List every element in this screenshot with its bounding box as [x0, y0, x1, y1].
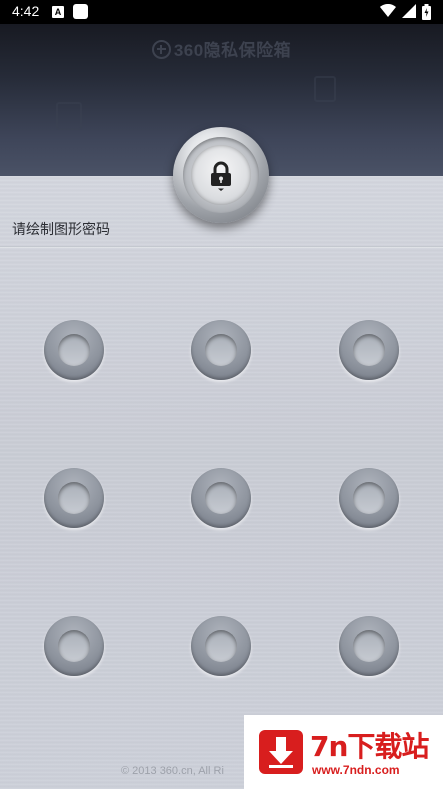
divider — [0, 246, 443, 248]
pattern-dot-4[interactable] — [44, 468, 104, 528]
header-decoration-left — [56, 102, 82, 130]
lock-button[interactable] — [173, 127, 269, 223]
header-decoration-right — [314, 76, 336, 102]
download-icon — [259, 730, 303, 774]
status-bar: 4:42 A — [0, 0, 443, 24]
pattern-dot-8[interactable] — [191, 616, 251, 676]
pattern-prompt: 请绘制图形密码 — [12, 222, 110, 238]
status-a-icon: A — [52, 6, 64, 18]
app-logo: 360隐私保险箱 — [0, 36, 443, 61]
wifi-icon — [380, 4, 396, 17]
watermark-banner: 7n下载站 www.7ndn.com — [244, 715, 443, 789]
pattern-dot-7[interactable] — [44, 616, 104, 676]
pattern-dot-9[interactable] — [339, 616, 399, 676]
plus-circle-icon — [151, 40, 171, 59]
app-logo-text: 360隐私保险箱 — [173, 41, 292, 60]
lock-icon — [211, 161, 231, 191]
battery-icon — [422, 4, 431, 20]
signal-icon — [402, 4, 416, 18]
watermark-url: www.7ndn.com — [312, 763, 400, 777]
pattern-dot-3[interactable] — [339, 320, 399, 380]
status-icons — [380, 4, 431, 20]
status-time: 4:42 — [12, 3, 40, 19]
status-square-icon — [73, 4, 88, 19]
pattern-dot-2[interactable] — [191, 320, 251, 380]
pattern-dot-6[interactable] — [339, 468, 399, 528]
copyright-text: © 2013 360.cn, All Ri — [121, 765, 224, 777]
pattern-dot-1[interactable] — [44, 320, 104, 380]
pattern-dot-5[interactable] — [191, 468, 251, 528]
watermark-title: 7n下载站 — [310, 730, 429, 763]
